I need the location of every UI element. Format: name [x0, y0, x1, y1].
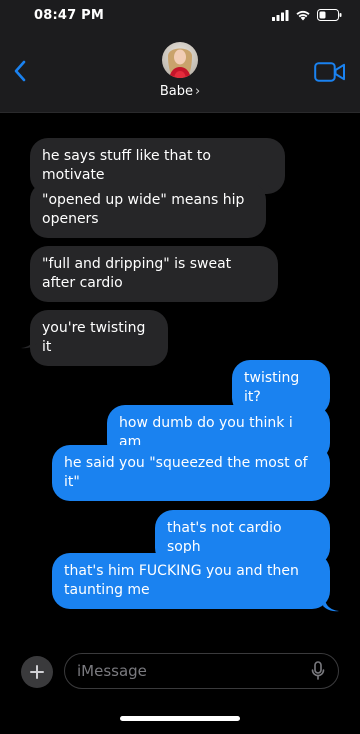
- video-call-button[interactable]: [314, 61, 346, 83]
- message-text: "full and dripping" is sweat after cardi…: [42, 256, 232, 291]
- message-input-placeholder: iMessage: [77, 662, 147, 680]
- contact-name: Babe: [159, 84, 193, 99]
- message-composer: iMessage: [0, 642, 360, 734]
- avatar-photo: [162, 42, 198, 78]
- conversation-header: Babe ›: [0, 34, 360, 113]
- battery-icon: [317, 9, 342, 21]
- status-bar: 08:47 PM: [0, 0, 360, 34]
- message-bubble-incoming[interactable]: "full and dripping" is sweat after cardi…: [30, 246, 278, 302]
- signal-icon: [272, 9, 289, 21]
- microphone-icon[interactable]: [311, 661, 325, 681]
- message-text: "opened up wide" means hip openers: [42, 192, 245, 227]
- home-indicator[interactable]: [120, 716, 240, 721]
- plus-icon: [30, 665, 44, 679]
- message-text: that's not cardio soph: [167, 520, 282, 555]
- wifi-icon: [296, 10, 310, 21]
- message-text: that's him FUCKING you and then taunting…: [64, 563, 299, 598]
- bubble-tail-outgoing: [323, 598, 339, 612]
- message-bubble-incoming[interactable]: you're twisting it: [30, 310, 168, 366]
- status-time: 08:47 PM: [34, 8, 104, 23]
- message-bubble-incoming[interactable]: "opened up wide" means hip openers: [30, 182, 266, 238]
- avatar[interactable]: [162, 42, 198, 78]
- bubble-tail-incoming: [21, 335, 37, 349]
- video-camera-icon: [314, 62, 345, 82]
- message-text: you're twisting it: [42, 320, 146, 355]
- message-thread: he says stuff like that to motivate "ope…: [0, 112, 360, 642]
- message-text: twisting it?: [244, 370, 300, 405]
- back-chevron-icon: [14, 60, 26, 82]
- message-bubble-outgoing[interactable]: he said you "squeezed the most of it": [52, 445, 330, 501]
- status-icons: [272, 9, 342, 21]
- message-text: he says stuff like that to motivate: [42, 148, 211, 183]
- message-text: he said you "squeezed the most of it": [64, 455, 308, 490]
- message-bubble-outgoing[interactable]: that's him FUCKING you and then taunting…: [52, 553, 330, 609]
- add-attachment-button[interactable]: [21, 656, 53, 688]
- back-button[interactable]: [8, 56, 32, 86]
- contact-name-button[interactable]: Babe ›: [0, 84, 360, 99]
- chevron-right-icon: ›: [194, 84, 201, 99]
- message-input[interactable]: iMessage: [64, 653, 339, 689]
